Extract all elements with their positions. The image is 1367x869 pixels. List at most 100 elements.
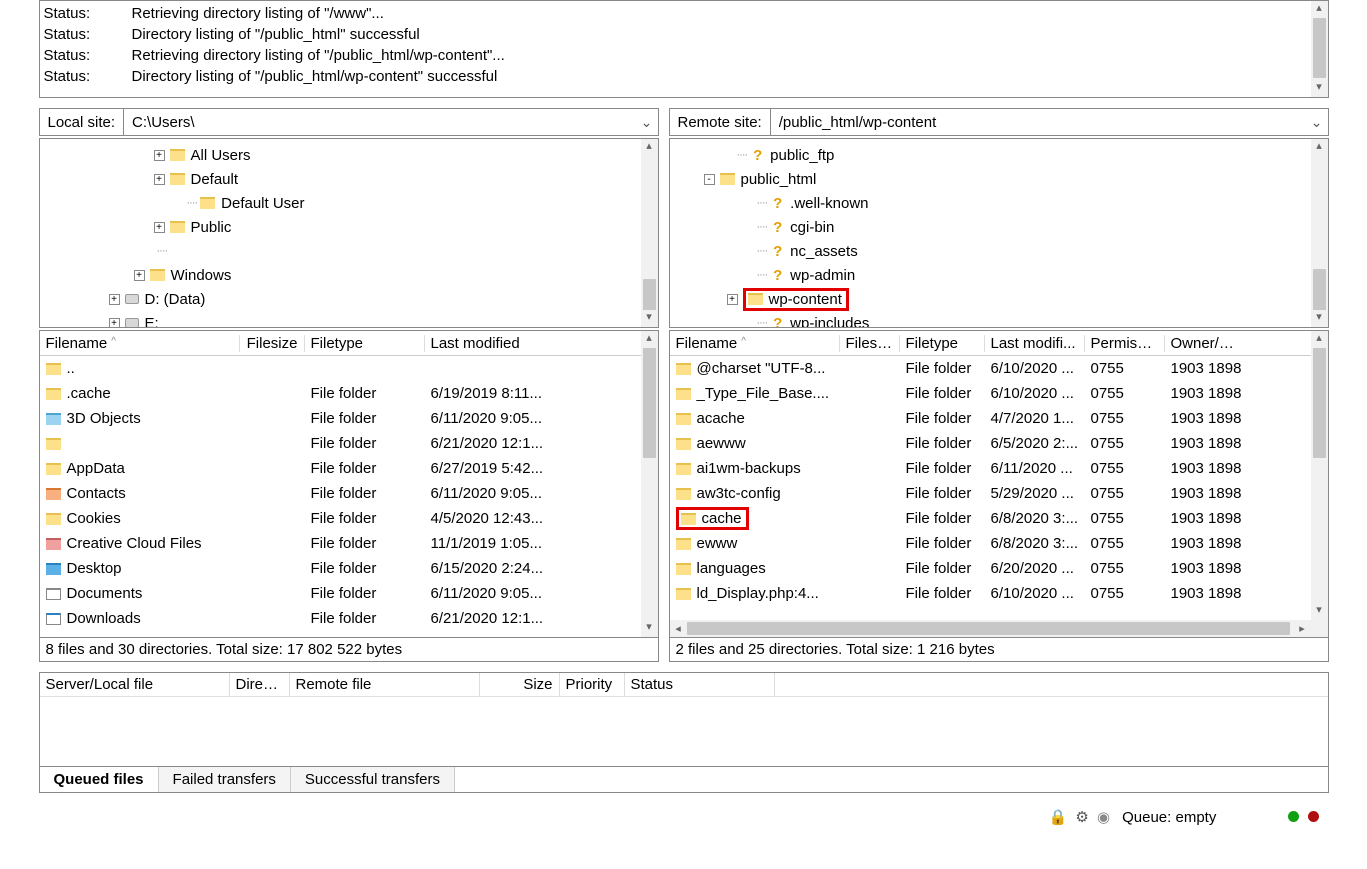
col-server-file[interactable]: Server/Local file bbox=[40, 673, 230, 696]
file-row[interactable]: CookiesFile folder4/5/2020 12:43... bbox=[40, 506, 658, 531]
local-file-list[interactable]: Filename^ Filesize Filetype Last modifie… bbox=[39, 330, 659, 638]
file-row[interactable]: ewwwFile folder6/8/2020 3:...07551903 18… bbox=[670, 531, 1328, 556]
status-scroll[interactable]: ▴ ▾ bbox=[1311, 1, 1328, 97]
tree-expander[interactable]: + bbox=[134, 270, 145, 281]
col-size[interactable]: Size bbox=[480, 673, 560, 696]
local-file-scroll[interactable]: ▴ ▾ bbox=[641, 331, 658, 637]
file-row[interactable]: AppDataFile folder6/27/2019 5:42... bbox=[40, 456, 658, 481]
file-row[interactable]: 3D ObjectsFile folder6/11/2020 9:05... bbox=[40, 406, 658, 431]
col-filetype[interactable]: Filetype bbox=[900, 335, 985, 352]
file-name: AppData bbox=[67, 460, 125, 477]
scroll-down-icon[interactable]: ▾ bbox=[1311, 310, 1328, 327]
file-row[interactable]: _Type_File_Base....File folder6/10/2020 … bbox=[670, 381, 1328, 406]
file-row[interactable]: acacheFile folder4/7/2020 1...07551903 1… bbox=[670, 406, 1328, 431]
tree-expander[interactable]: + bbox=[154, 150, 165, 161]
file-row[interactable]: .cacheFile folder6/19/2019 8:11... bbox=[40, 381, 658, 406]
scroll-left-icon[interactable]: ◂ bbox=[670, 622, 687, 635]
tree-expander[interactable]: + bbox=[109, 318, 120, 329]
col-filetype[interactable]: Filetype bbox=[305, 335, 425, 352]
chevron-down-icon[interactable]: ⌄ bbox=[636, 114, 658, 131]
file-row[interactable]: DocumentsFile folder6/11/2020 9:05... bbox=[40, 581, 658, 606]
scroll-up-icon[interactable]: ▴ bbox=[1311, 1, 1328, 18]
tree-item[interactable]: +Default bbox=[44, 167, 654, 191]
file-row[interactable]: .. bbox=[40, 356, 658, 381]
tab-failed[interactable]: Failed transfers bbox=[159, 767, 291, 792]
tree-expander[interactable]: + bbox=[154, 174, 165, 185]
scroll-up-icon[interactable]: ▴ bbox=[641, 139, 658, 156]
transfer-queue[interactable]: Server/Local file Direc... Remote file S… bbox=[39, 672, 1329, 767]
remote-tree[interactable]: ····?public_ftp-public_html····?.well-kn… bbox=[669, 138, 1329, 328]
folder-icon bbox=[46, 363, 61, 375]
tree-item[interactable]: ····?nc_assets bbox=[674, 239, 1324, 263]
folder-icon bbox=[46, 438, 61, 450]
file-row[interactable]: cacheFile folder6/8/2020 3:...07551903 1… bbox=[670, 506, 1328, 531]
scroll-up-icon[interactable]: ▴ bbox=[1311, 331, 1328, 348]
tree-item[interactable]: ···· bbox=[44, 239, 654, 263]
scroll-down-icon[interactable]: ▾ bbox=[641, 310, 658, 327]
scroll-up-icon[interactable]: ▴ bbox=[1311, 139, 1328, 156]
tree-item[interactable]: ····?public_ftp bbox=[674, 143, 1324, 167]
tree-item[interactable]: +All Users bbox=[44, 143, 654, 167]
file-row[interactable]: @charset "UTF-8...File folder6/10/2020 .… bbox=[670, 356, 1328, 381]
tree-item[interactable]: ····Default User bbox=[44, 191, 654, 215]
tab-successful[interactable]: Successful transfers bbox=[291, 767, 455, 792]
file-row[interactable]: Creative Cloud FilesFile folder11/1/2019… bbox=[40, 531, 658, 556]
scroll-right-icon[interactable]: ▸ bbox=[1294, 622, 1311, 635]
file-row[interactable]: DownloadsFile folder6/21/2020 12:1... bbox=[40, 606, 658, 631]
scroll-down-icon[interactable]: ▾ bbox=[641, 620, 658, 637]
tab-queued[interactable]: Queued files bbox=[40, 767, 159, 792]
remote-site-input[interactable] bbox=[770, 109, 1306, 135]
col-filename[interactable]: Filename^ bbox=[670, 335, 840, 352]
tree-item[interactable]: ····?cgi-bin bbox=[674, 215, 1324, 239]
local-tree[interactable]: +All Users+Default····Default User+Publi… bbox=[39, 138, 659, 328]
col-remote-file[interactable]: Remote file bbox=[290, 673, 480, 696]
tree-item-label: wp-includes bbox=[790, 315, 869, 329]
chevron-down-icon[interactable]: ⌄ bbox=[1306, 114, 1328, 131]
scroll-down-icon[interactable]: ▾ bbox=[1311, 80, 1328, 97]
col-owner[interactable]: Owner/Gr... bbox=[1165, 335, 1250, 352]
remote-file-hscroll[interactable]: ◂ ▸ bbox=[670, 620, 1311, 637]
local-site-input[interactable] bbox=[123, 109, 635, 135]
tree-item[interactable]: +D: (Data) bbox=[44, 287, 654, 311]
col-modified[interactable]: Last modifi... bbox=[985, 335, 1085, 352]
col-filesize[interactable]: Filesize bbox=[840, 335, 900, 352]
tree-expander[interactable]: - bbox=[704, 174, 715, 185]
col-direction[interactable]: Direc... bbox=[230, 673, 290, 696]
file-name: acache bbox=[697, 410, 745, 427]
col-status[interactable]: Status bbox=[625, 673, 775, 696]
local-tree-scroll[interactable]: ▴ ▾ bbox=[641, 139, 658, 327]
file-row[interactable]: ContactsFile folder6/11/2020 9:05... bbox=[40, 481, 658, 506]
tree-item[interactable]: -public_html bbox=[674, 167, 1324, 191]
tree-expander[interactable]: + bbox=[727, 294, 738, 305]
col-filesize[interactable]: Filesize bbox=[240, 335, 305, 352]
local-site-label: Local site: bbox=[40, 114, 124, 131]
col-priority[interactable]: Priority bbox=[560, 673, 625, 696]
file-row[interactable]: languagesFile folder6/20/2020 ...0755190… bbox=[670, 556, 1328, 581]
file-row[interactable]: File folder6/21/2020 12:1... bbox=[40, 431, 658, 456]
scroll-up-icon[interactable]: ▴ bbox=[641, 331, 658, 348]
file-row[interactable]: ld_Display.php:4...File folder6/10/2020 … bbox=[670, 581, 1328, 606]
gear-icon[interactable] bbox=[1075, 809, 1088, 826]
tree-item[interactable]: ····?wp-admin bbox=[674, 263, 1324, 287]
tree-item[interactable]: ····?.well-known bbox=[674, 191, 1324, 215]
col-modified[interactable]: Last modified bbox=[425, 335, 615, 352]
col-permissions[interactable]: Permissi... bbox=[1085, 335, 1165, 352]
col-filename[interactable]: Filename^ bbox=[40, 335, 240, 352]
remote-tree-scroll[interactable]: ▴ ▾ bbox=[1311, 139, 1328, 327]
tree-item[interactable]: +E: bbox=[44, 311, 654, 328]
file-row[interactable]: aw3tc-configFile folder5/29/2020 ...0755… bbox=[670, 481, 1328, 506]
file-row[interactable]: DesktopFile folder6/15/2020 2:24... bbox=[40, 556, 658, 581]
file-name: Creative Cloud Files bbox=[67, 535, 202, 552]
scroll-down-icon[interactable]: ▾ bbox=[1311, 603, 1328, 620]
remote-file-list[interactable]: Filename^ Filesize Filetype Last modifi.… bbox=[669, 330, 1329, 638]
tree-item[interactable]: +Windows bbox=[44, 263, 654, 287]
file-row[interactable]: aewwwFile folder6/5/2020 2:...07551903 1… bbox=[670, 431, 1328, 456]
tree-item[interactable]: +Public bbox=[44, 215, 654, 239]
tree-expander[interactable]: + bbox=[109, 294, 120, 305]
file-row[interactable]: ai1wm-backupsFile folder6/11/2020 ...075… bbox=[670, 456, 1328, 481]
tree-item[interactable]: ····?wp-includes bbox=[674, 311, 1324, 328]
tree-expander[interactable]: + bbox=[154, 222, 165, 233]
folder-icon bbox=[676, 388, 691, 400]
remote-file-scroll[interactable]: ▴ ▾ bbox=[1311, 331, 1328, 637]
tree-item[interactable]: +wp-content bbox=[674, 287, 1324, 311]
